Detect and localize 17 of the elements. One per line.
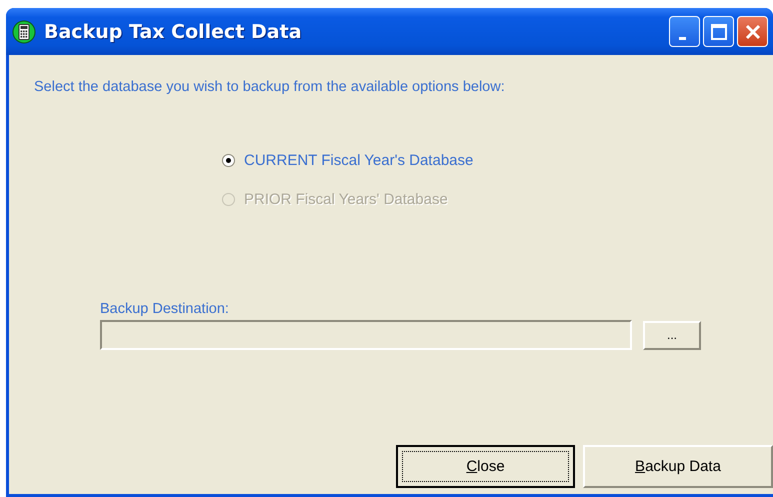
minimize-button[interactable] (669, 16, 700, 47)
browse-button[interactable]: ... (643, 320, 701, 350)
maximize-icon (710, 22, 728, 40)
close-button[interactable] (737, 16, 768, 47)
destination-field[interactable] (100, 320, 632, 350)
radio-button[interactable] (222, 154, 235, 167)
dialog-button[interactable]: Close (396, 445, 575, 488)
dialog-button[interactable]: Backup Data (583, 445, 773, 488)
maximize-button[interactable] (703, 16, 734, 47)
minimize-icon (678, 37, 686, 40)
calculator-icon (12, 20, 36, 44)
option-label: CURRENT Fiscal Year's Database (244, 152, 474, 169)
window-title: Backup Tax Collect Data (44, 20, 303, 42)
instruction-text: Select the database you wish to backup from the available options below: (34, 79, 506, 95)
field-label: Backup Destination: (100, 301, 230, 317)
option-label: PRIOR Fiscal Years' Database (244, 191, 448, 208)
close-icon (744, 22, 762, 40)
